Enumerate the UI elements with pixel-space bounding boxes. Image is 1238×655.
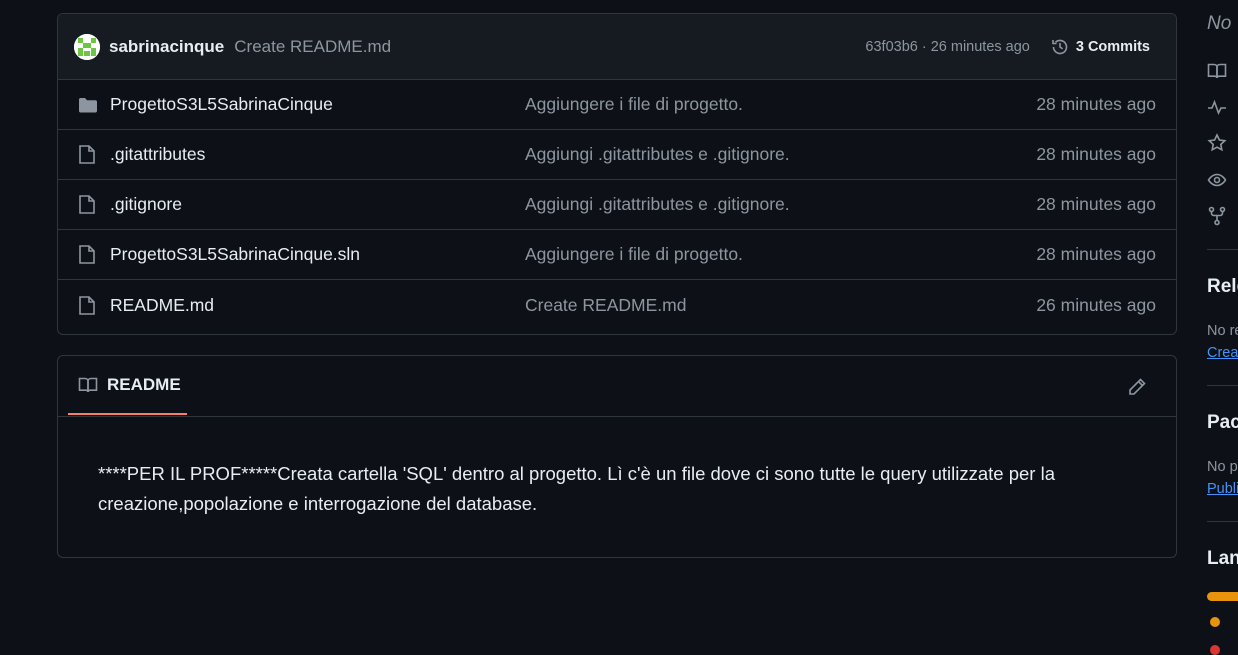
file-row[interactable]: .gitignore Aggiungi .gitattributes e .gi… — [58, 180, 1176, 230]
tab-readme[interactable]: README — [68, 356, 187, 415]
avatar[interactable] — [74, 33, 100, 60]
packages-empty-text: No p — [1207, 459, 1238, 475]
releases-heading[interactable]: Rele — [1207, 276, 1238, 298]
book-icon — [78, 377, 98, 392]
file-commit-message[interactable]: Aggiungi .gitattributes e .gitignore. — [525, 144, 1036, 165]
file-name[interactable]: .gitattributes — [110, 144, 525, 165]
file-name[interactable]: ProgettoS3L5SabrinaCinque — [110, 94, 525, 115]
sidebar-divider — [1207, 521, 1238, 522]
commits-count: 3 Commits — [1075, 38, 1150, 55]
readme-header: README — [58, 356, 1176, 417]
languages-heading: Lan — [1207, 548, 1238, 569]
commits-history-button[interactable]: 3 Commits — [1050, 37, 1150, 57]
readme-content: ****PER IL PROF*****Creata cartella 'SQL… — [98, 463, 1055, 514]
commit-author[interactable]: sabrinacinque — [109, 37, 224, 57]
file-row[interactable]: README.md Create README.md 26 minutes ag… — [58, 280, 1176, 330]
fork-icon[interactable] — [1207, 206, 1227, 226]
book-icon[interactable] — [1207, 61, 1227, 81]
file-commit-message[interactable]: Aggiungere i file di progetto. — [525, 94, 1036, 115]
history-icon — [1052, 39, 1068, 54]
star-icon[interactable] — [1207, 133, 1227, 153]
file-row[interactable]: ProgettoS3L5SabrinaCinque Aggiungere i f… — [58, 80, 1176, 130]
language-dot — [1210, 645, 1220, 655]
sidebar-divider — [1207, 385, 1238, 386]
file-time: 26 minutes ago — [1036, 294, 1156, 315]
commit-meta: 63f03b6 · 26 minutes ago 3 Commits — [865, 37, 1160, 57]
file-name[interactable]: ProgettoS3L5SabrinaCinque.sln — [110, 244, 525, 265]
file-commit-message[interactable]: Aggiungere i file di progetto. — [525, 244, 1036, 265]
file-browser: sabrinacinque Create README.md 63f03b6 ·… — [57, 13, 1177, 335]
commit-hash-time[interactable]: 63f03b6 · 26 minutes ago — [865, 39, 1029, 55]
folder-icon — [78, 96, 100, 114]
packages-heading[interactable]: Pac — [1207, 412, 1238, 434]
releases-empty-text: No re — [1207, 323, 1238, 339]
readme-panel: README ****PER IL PROF*****Creata cartel… — [57, 355, 1177, 558]
file-icon — [78, 144, 100, 165]
edit-readme-button[interactable] — [1126, 376, 1148, 398]
file-name[interactable]: README.md — [110, 295, 525, 316]
file-row[interactable]: ProgettoS3L5SabrinaCinque.sln Aggiungere… — [58, 230, 1176, 280]
eye-icon[interactable] — [1207, 170, 1227, 190]
file-commit-message[interactable]: Create README.md — [525, 295, 1036, 316]
file-time: 28 minutes ago — [1036, 94, 1156, 114]
pencil-icon — [1129, 378, 1146, 395]
file-time: 28 minutes ago — [1036, 244, 1156, 264]
activity-icon[interactable] — [1207, 97, 1227, 117]
about-description: No — [1207, 13, 1232, 34]
file-icon — [78, 295, 100, 316]
language-bar — [1207, 592, 1238, 601]
about-sidebar: No Rele No re Creat Pac No p Publi Lan — [1207, 0, 1238, 655]
file-icon — [78, 194, 100, 215]
file-icon — [78, 244, 100, 265]
file-time: 28 minutes ago — [1036, 194, 1156, 214]
create-release-link[interactable]: Creat — [1207, 345, 1238, 361]
file-name[interactable]: .gitignore — [110, 194, 525, 215]
sidebar-divider — [1207, 249, 1238, 250]
commit-message[interactable]: Create README.md — [234, 37, 391, 57]
readme-tab-label: README — [107, 374, 181, 394]
publish-package-link[interactable]: Publi — [1207, 481, 1238, 497]
file-commit-message[interactable]: Aggiungi .gitattributes e .gitignore. — [525, 194, 1036, 215]
language-dot — [1210, 617, 1220, 627]
latest-commit-bar: sabrinacinque Create README.md 63f03b6 ·… — [58, 14, 1176, 80]
file-time: 28 minutes ago — [1036, 144, 1156, 164]
file-row[interactable]: .gitattributes Aggiungi .gitattributes e… — [58, 130, 1176, 180]
